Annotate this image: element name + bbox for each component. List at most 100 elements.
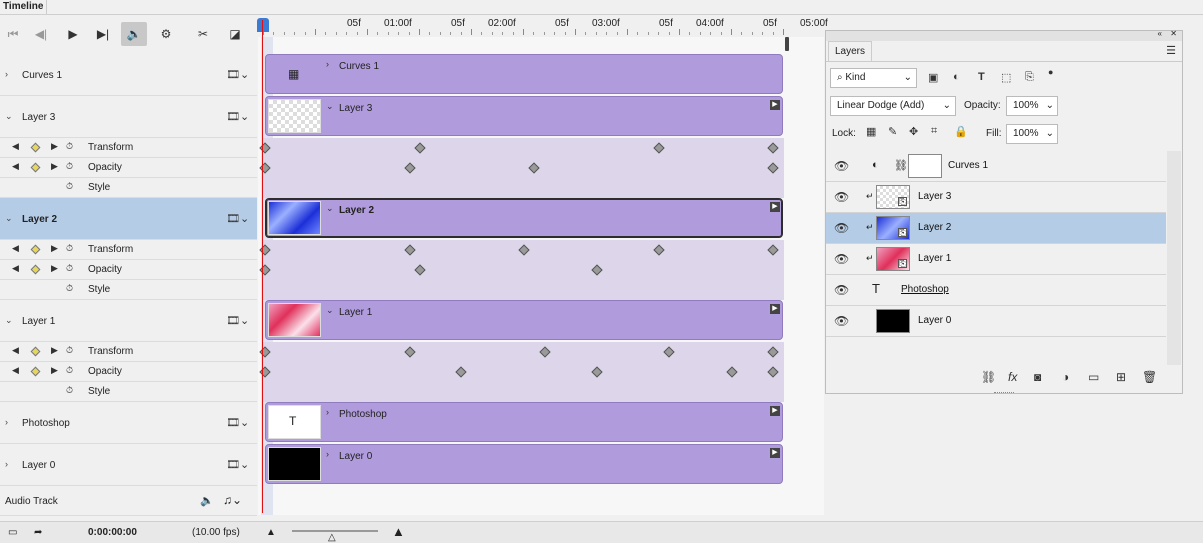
property-row-opacity[interactable]: ◀ ▶ ⏱ Opacity — [0, 158, 257, 178]
track-row-layer-0[interactable]: › Layer 0 🎞⌄ — [0, 444, 257, 486]
playhead-handle[interactable] — [257, 18, 269, 32]
chevron-right-icon[interactable]: › — [326, 449, 329, 459]
convert-frames-icon[interactable]: ▭ — [8, 527, 17, 538]
smart-object-filter-icon[interactable]: ⎘ — [1025, 71, 1034, 84]
stopwatch-icon[interactable]: ⏱ — [66, 365, 73, 376]
track-row-layer-3[interactable]: ⌄ Layer 3 🎞⌄ — [0, 96, 257, 138]
opacity-input[interactable]: 100% ⌄ — [1006, 96, 1058, 116]
chevron-right-icon[interactable]: › — [326, 59, 329, 69]
add-keyframe-icon[interactable] — [30, 366, 41, 377]
clip-end-arrow-icon[interactable]: ▶ — [770, 202, 780, 212]
next-keyframe-icon[interactable]: ▶ — [51, 161, 58, 172]
next-keyframe-icon[interactable]: ▶ — [51, 345, 58, 356]
add-keyframe-icon[interactable] — [30, 142, 41, 153]
add-keyframe-icon[interactable] — [30, 264, 41, 275]
property-band[interactable] — [263, 260, 784, 280]
lock-position-icon[interactable]: ✥ — [909, 125, 918, 138]
stopwatch-icon[interactable]: ⏱ — [66, 161, 73, 172]
add-keyframe-icon[interactable] — [30, 244, 41, 255]
layer-row-layer-2[interactable]: 👁 ↵ ⎘ Layer 2 — [826, 213, 1166, 244]
track-row-photoshop[interactable]: › Photoshop 🎞⌄ — [0, 402, 257, 444]
next-keyframe-icon[interactable]: ▶ — [51, 263, 58, 274]
previous-keyframe-icon[interactable]: ◀ — [12, 365, 19, 376]
layer-row-layer-0[interactable]: 👁 Layer 0 — [826, 306, 1166, 337]
property-row-style[interactable]: ⏱ Style — [0, 178, 257, 198]
close-panel-icon[interactable]: ✕ — [1170, 29, 1177, 38]
collapse-icon[interactable]: « — [1158, 29, 1162, 38]
visibility-eye-icon[interactable]: 👁 — [834, 190, 849, 204]
property-row-opacity[interactable]: ◀ ▶ ⏱ Opacity — [0, 362, 257, 382]
transition-icon[interactable]: ◪ — [222, 22, 248, 46]
next-keyframe-icon[interactable]: ▶ — [51, 243, 58, 254]
work-area-end-handle[interactable] — [785, 37, 789, 51]
previous-keyframe-icon[interactable]: ◀ — [12, 243, 19, 254]
next-frame-icon[interactable]: ▶| — [90, 22, 116, 46]
visibility-eye-icon[interactable]: 👁 — [834, 221, 849, 235]
add-keyframe-icon[interactable] — [30, 162, 41, 173]
chain-link-icon[interactable]: ⛓ — [894, 159, 908, 172]
stopwatch-icon[interactable]: ⏱ — [66, 385, 73, 396]
zoom-in-icon[interactable]: ▲ — [392, 524, 405, 539]
layers-tab[interactable]: Layers — [828, 41, 873, 61]
layers-scrollbar[interactable] — [1167, 151, 1181, 365]
add-keyframe-icon[interactable] — [30, 346, 41, 357]
stopwatch-icon[interactable]: ⏱ — [66, 263, 73, 274]
property-band[interactable] — [263, 382, 784, 402]
layer-row-layer-3[interactable]: 👁 ↵ ⎘ Layer 3 — [826, 182, 1166, 213]
render-video-icon[interactable]: ➦ — [34, 527, 42, 538]
stopwatch-icon[interactable]: ⏱ — [66, 345, 73, 356]
film-strip-icon[interactable]: 🎞⌄ — [226, 110, 249, 123]
clip-photoshop[interactable]: T › Photoshop ▶ — [265, 402, 783, 442]
chevron-right-icon[interactable]: › — [326, 407, 329, 417]
panel-menu-icon[interactable]: ☰ — [1166, 44, 1176, 57]
stopwatch-icon[interactable]: ⏱ — [66, 141, 73, 152]
chevron-down-icon[interactable]: ⌄ — [326, 203, 334, 214]
speaker-icon[interactable]: 🔈 — [200, 494, 214, 507]
previous-keyframe-icon[interactable]: ◀ — [12, 345, 19, 356]
property-band[interactable] — [263, 138, 784, 158]
new-group-icon[interactable]: ▭ — [1088, 370, 1099, 384]
lock-image-icon[interactable]: ✎ — [888, 125, 897, 138]
add-mask-icon[interactable]: ◙ — [1034, 370, 1041, 384]
property-row-transform[interactable]: ◀ ▶ ⏱ Transform — [0, 342, 257, 362]
layer-row-layer-1[interactable]: 👁 ↵ ⎘ Layer 1 — [826, 244, 1166, 275]
track-row-layer-1[interactable]: ⌄ Layer 1 🎞⌄ — [0, 300, 257, 342]
clip-layer-2[interactable]: ⌄ Layer 2 ▶ — [265, 198, 783, 238]
stopwatch-icon[interactable]: ⏱ — [66, 181, 73, 192]
blend-mode-select[interactable]: Linear Dodge (Add) ⌄ — [830, 96, 956, 116]
film-strip-icon[interactable]: 🎞⌄ — [226, 314, 249, 327]
play-icon[interactable]: ▶ — [60, 22, 86, 46]
visibility-eye-icon[interactable]: 👁 — [834, 159, 849, 173]
clip-curves-1[interactable]: ▦ › Curves 1 — [265, 54, 783, 94]
shape-filter-icon[interactable]: ⬚ — [1001, 71, 1011, 84]
new-layer-icon[interactable]: ⊞ — [1116, 370, 1126, 384]
new-adjustment-icon[interactable]: ◑ — [1062, 370, 1069, 384]
resize-grip[interactable] — [994, 392, 1014, 394]
film-strip-icon[interactable]: 🎞⌄ — [226, 68, 249, 81]
link-layers-icon[interactable]: ⛓ — [981, 370, 996, 384]
type-filter-icon[interactable]: T — [978, 71, 985, 83]
chevron-down-icon[interactable]: ⌄ — [326, 101, 334, 112]
lock-artboard-icon[interactable]: ⌗ — [931, 125, 937, 138]
property-band[interactable] — [263, 342, 784, 362]
clip-end-arrow-icon[interactable]: ▶ — [770, 304, 780, 314]
film-strip-icon[interactable]: 🎞⌄ — [226, 212, 249, 225]
chevron-right-icon[interactable]: › — [5, 69, 8, 79]
filter-kind-select[interactable]: ⌕ Kind ⌄ — [830, 68, 917, 88]
music-note-icon[interactable]: ♫⌄ — [223, 493, 242, 507]
pixel-filter-icon[interactable]: ▣ — [928, 71, 938, 84]
go-to-first-frame-icon[interactable]: ⏮ — [0, 22, 26, 46]
zoom-out-icon[interactable]: ▲ — [266, 527, 276, 538]
property-band[interactable] — [263, 280, 784, 300]
settings-gear-icon[interactable]: ⚙ — [153, 22, 179, 46]
clip-layer-3[interactable]: ⌄ Layer 3 ▶ — [265, 96, 783, 136]
chevron-down-icon[interactable]: ⌄ — [326, 305, 334, 316]
stopwatch-icon[interactable]: ⏱ — [66, 243, 73, 254]
clip-layer-0[interactable]: › Layer 0 ▶ — [265, 444, 783, 484]
audio-toggle-icon[interactable]: 🔈 — [121, 22, 147, 46]
filter-toggle-icon[interactable]: ● — [1048, 67, 1053, 77]
visibility-eye-icon[interactable]: 👁 — [834, 283, 849, 297]
film-strip-icon[interactable]: 🎞⌄ — [226, 458, 249, 471]
visibility-eye-icon[interactable]: 👁 — [834, 252, 849, 266]
next-keyframe-icon[interactable]: ▶ — [51, 365, 58, 376]
